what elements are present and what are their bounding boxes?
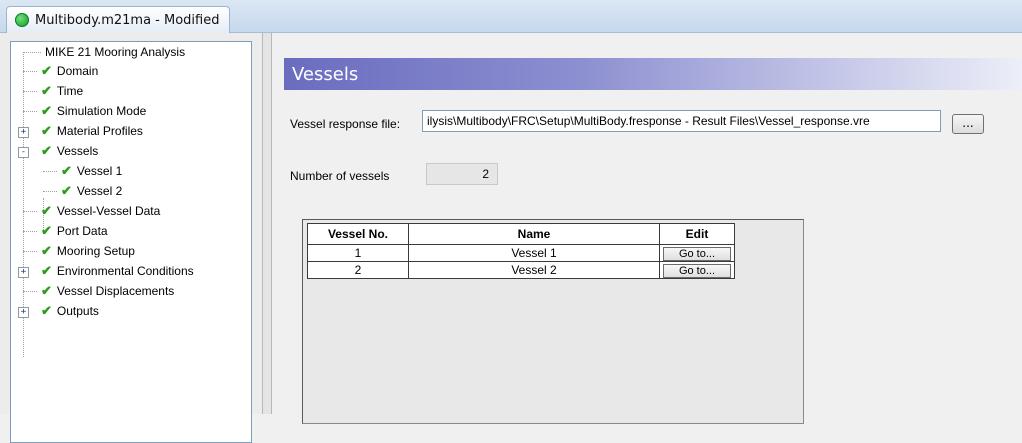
tree-item-label: Vessel Displacements <box>56 284 175 298</box>
checkmark-icon: ✔ <box>41 203 52 218</box>
checkmark-icon: ✔ <box>41 103 52 118</box>
column-header-edit: Edit <box>659 223 735 245</box>
navigation-pane: MIKE 21 Mooring Analysis ✔ Domain ✔ Time… <box>0 33 262 443</box>
vessel-grid: Vessel No. Name Edit 1 Vessel 1 Go to...… <box>302 219 804 424</box>
checkmark-icon: ✔ <box>41 243 52 258</box>
vessel-response-label: Vessel response file: <box>290 117 401 131</box>
tree-item-label: Vessel 2 <box>76 184 123 198</box>
tree-item-vessel-1[interactable]: ✔ Vessel 1 <box>43 162 122 180</box>
cell-edit: Go to... <box>659 244 735 262</box>
checkmark-icon: ✔ <box>41 263 52 278</box>
document-tab[interactable]: Multibody.m21ma - Modified <box>6 6 231 33</box>
tree-item-simulation-mode[interactable]: ✔ Simulation Mode <box>23 102 146 120</box>
checkmark-icon: ✔ <box>61 163 72 178</box>
tree-item-label: Simulation Mode <box>56 104 147 118</box>
vessels-panel: Vessels Vessel response file: ilysis\Mul… <box>272 33 1022 424</box>
cell-vessel-no[interactable]: 2 <box>307 261 409 279</box>
tree-item-root[interactable]: MIKE 21 Mooring Analysis <box>23 43 185 61</box>
cell-edit: Go to... <box>659 261 735 279</box>
tree-item-label: MIKE 21 Mooring Analysis <box>45 45 186 59</box>
cell-name[interactable]: Vessel 1 <box>408 244 660 262</box>
tree-item-label: Vessel 1 <box>76 164 123 178</box>
checkmark-icon: ✔ <box>41 83 52 98</box>
vessel-table: Vessel No. Name Edit 1 Vessel 1 Go to...… <box>307 223 735 279</box>
vessel-response-file-input[interactable]: ilysis\Multibody\FRC\Setup\MultiBody.fre… <box>422 110 941 132</box>
cell-name[interactable]: Vessel 2 <box>408 261 660 279</box>
tree-item-vessel-2[interactable]: ✔ Vessel 2 <box>43 182 122 200</box>
app-status-icon <box>15 13 29 27</box>
tree-item-mooring-setup[interactable]: ✔ Mooring Setup <box>23 242 135 260</box>
tree-item-label: Mooring Setup <box>56 244 135 258</box>
tree-item-port-data[interactable]: ✔ Port Data <box>23 222 108 240</box>
table-row[interactable]: 2 Vessel 2 Go to... <box>307 261 735 279</box>
title-bar: Multibody.m21ma - Modified <box>0 0 1022 33</box>
table-header-row: Vessel No. Name Edit <box>307 223 735 245</box>
table-row[interactable]: 1 Vessel 1 Go to... <box>307 244 735 262</box>
column-header-vessel-no: Vessel No. <box>307 223 409 245</box>
number-of-vessels-field: 2 <box>426 163 498 185</box>
tree-item-label: Domain <box>56 64 99 78</box>
tree-item-domain[interactable]: ✔ Domain <box>23 62 98 80</box>
tree-item-label: Environmental Conditions <box>56 264 194 278</box>
tree-item-label: Time <box>56 84 84 98</box>
tree-item-outputs[interactable]: ✔ Outputs <box>23 302 99 320</box>
checkmark-icon: ✔ <box>41 123 52 138</box>
pane-splitter[interactable] <box>262 33 272 414</box>
checkmark-icon: ✔ <box>41 303 52 318</box>
tree-item-label: Outputs <box>56 304 99 318</box>
tree-item-label: Vessel-Vessel Data <box>56 204 161 218</box>
go-to-button[interactable]: Go to... <box>663 263 731 278</box>
tree-item-label: Port Data <box>56 224 108 238</box>
checkmark-icon: ✔ <box>41 63 52 78</box>
tree-item-vessels[interactable]: ✔ Vessels <box>23 142 98 160</box>
tree-item-label: Material Profiles <box>56 124 143 138</box>
checkmark-icon: ✔ <box>61 183 72 198</box>
cell-vessel-no[interactable]: 1 <box>307 244 409 262</box>
go-to-button[interactable]: Go to... <box>663 246 731 261</box>
checkmark-icon: ✔ <box>41 223 52 238</box>
tree-item-vessel-vessel-data[interactable]: ✔ Vessel-Vessel Data <box>23 202 160 220</box>
tree-item-material-profiles[interactable]: ✔ Material Profiles <box>23 122 143 140</box>
document-title: Multibody.m21ma - Modified <box>35 12 220 28</box>
checkmark-icon: ✔ <box>41 143 52 158</box>
tree-item-label: Vessels <box>56 144 99 158</box>
column-header-name: Name <box>408 223 660 245</box>
setup-tree: MIKE 21 Mooring Analysis ✔ Domain ✔ Time… <box>10 41 252 443</box>
tree-item-environmental-conditions[interactable]: ✔ Environmental Conditions <box>23 262 194 280</box>
tree-item-time[interactable]: ✔ Time <box>23 82 83 100</box>
tree-item-vessel-displacements[interactable]: ✔ Vessel Displacements <box>23 282 174 300</box>
browse-button[interactable]: ... <box>952 114 984 134</box>
vessel-response-file-value: ilysis\Multibody\FRC\Setup\MultiBody.fre… <box>427 114 870 128</box>
number-of-vessels-label: Number of vessels <box>290 169 390 183</box>
checkmark-icon: ✔ <box>41 283 52 298</box>
section-header: Vessels <box>284 58 1022 90</box>
